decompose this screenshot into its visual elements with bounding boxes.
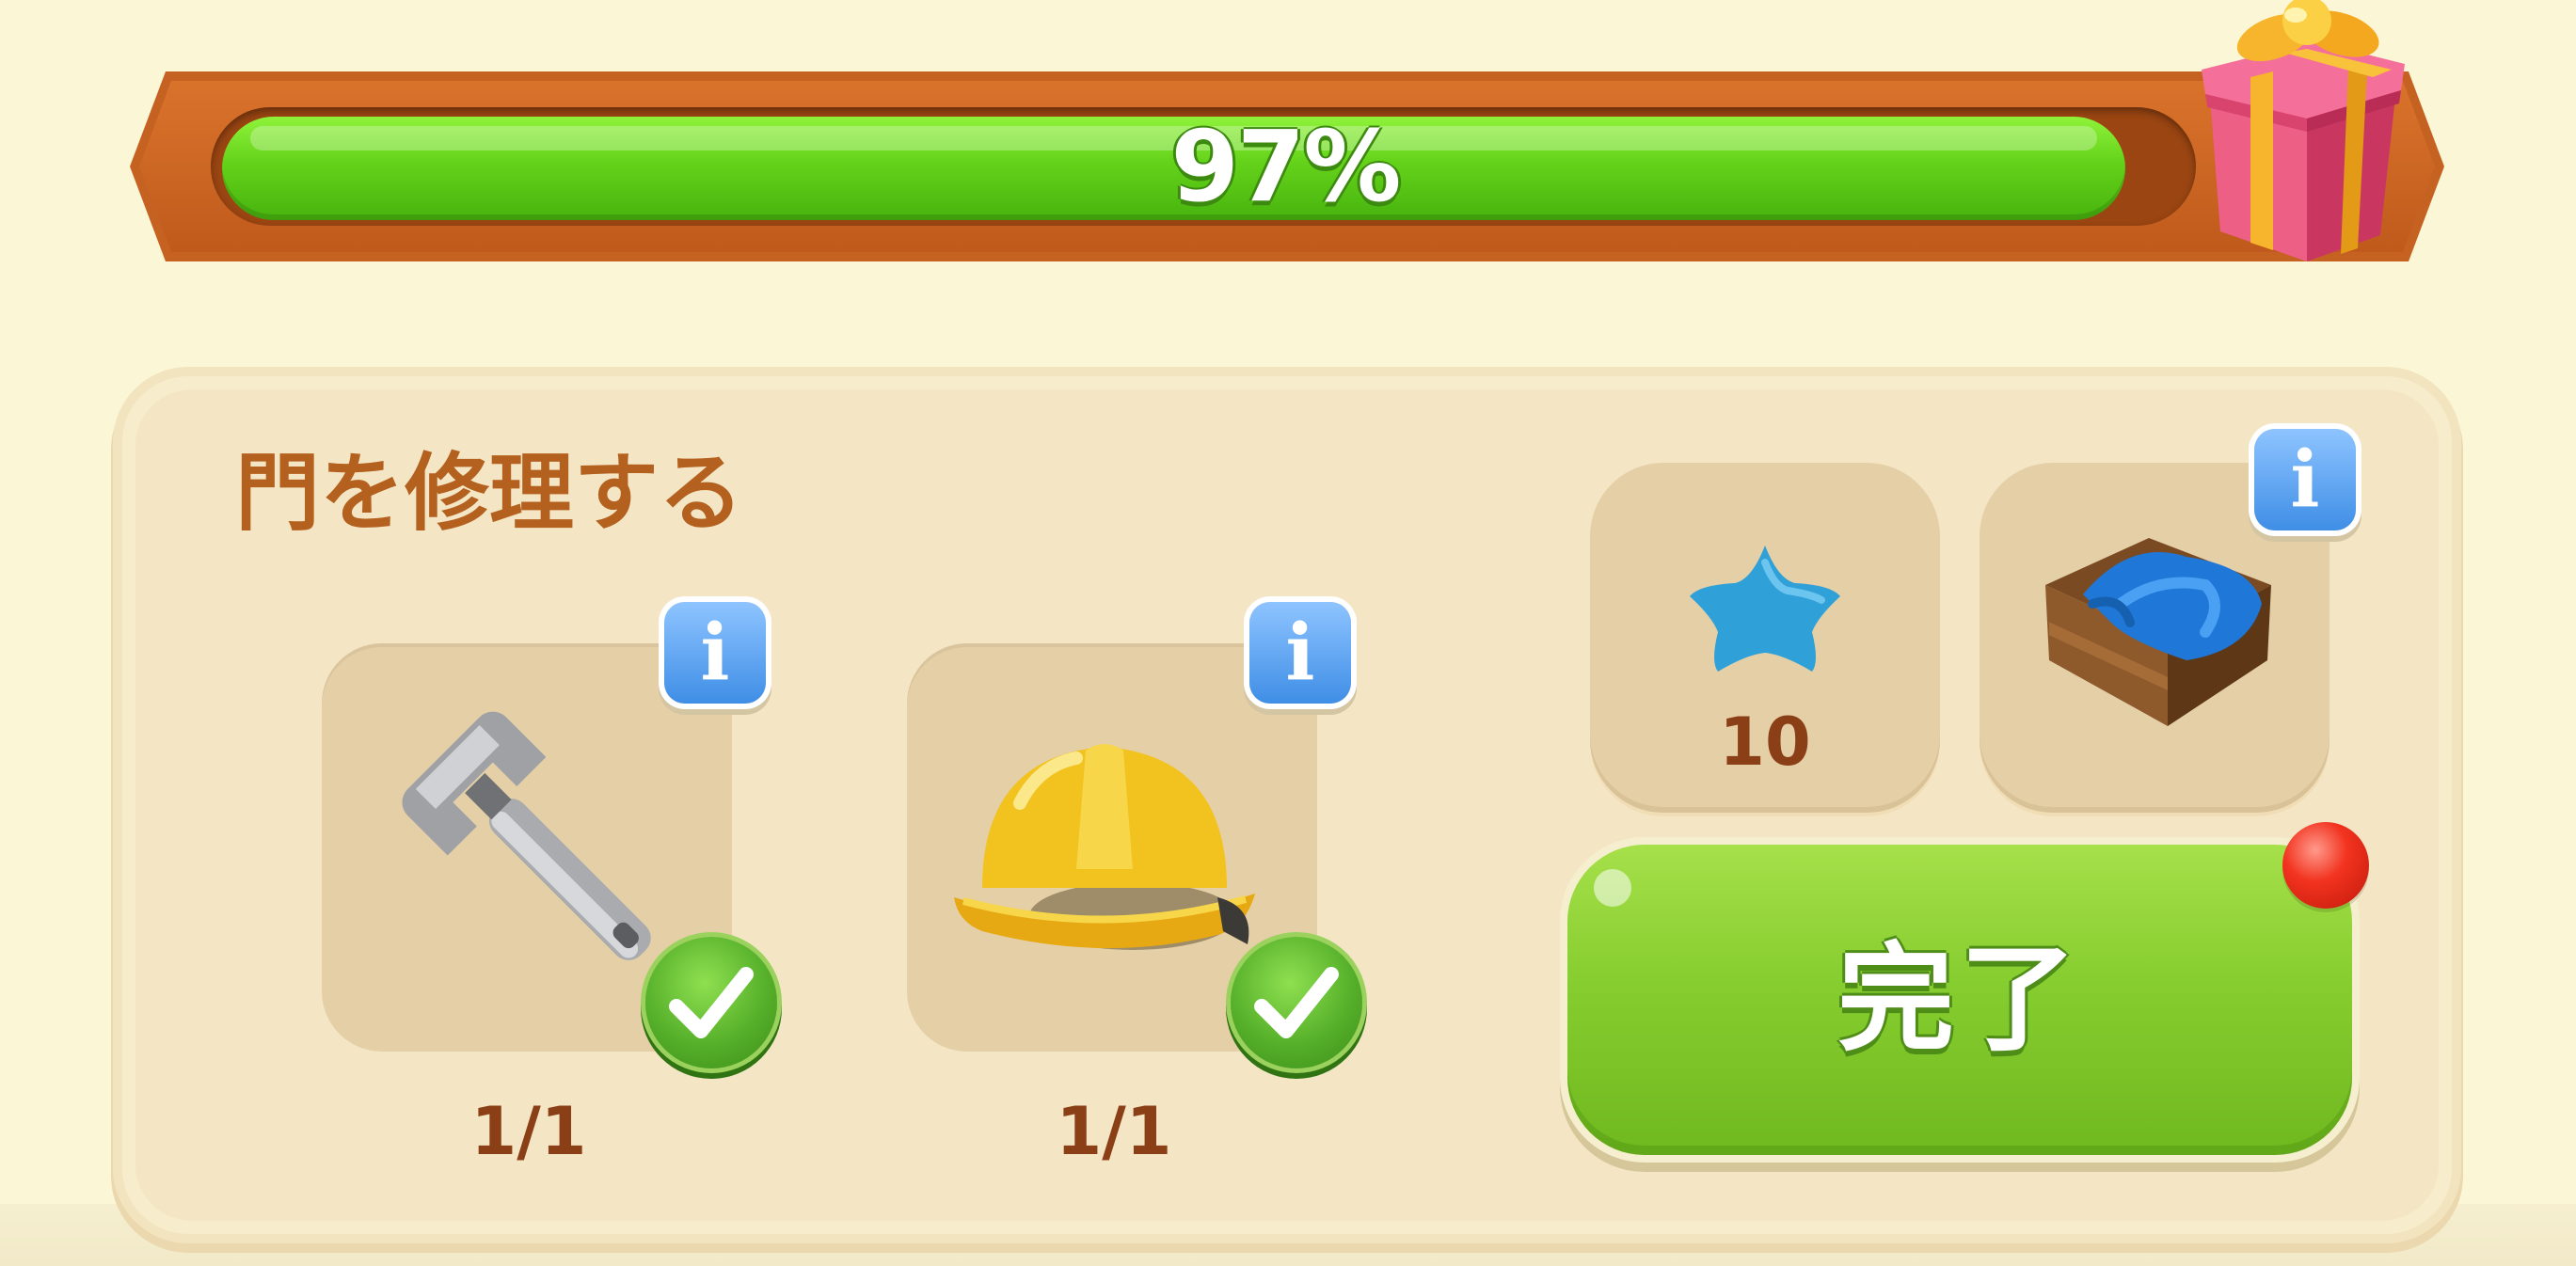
crate-info-button[interactable]: i: [2254, 429, 2356, 530]
hard-hat-info-button[interactable]: i: [1249, 602, 1351, 704]
hard-hat-count: 1/1: [1056, 1093, 1172, 1170]
blue-star-icon: [1690, 546, 1840, 672]
wrench-icon: [402, 711, 651, 960]
hard-hat-icon: [954, 744, 1255, 950]
gift-box-icon[interactable]: [2183, 0, 2418, 263]
wrench-count: 1/1: [470, 1093, 587, 1170]
wrench-info-button[interactable]: i: [664, 602, 766, 704]
star-amount: 10: [1719, 704, 1811, 781]
blue-cloth-crate-icon: [2045, 538, 2271, 726]
complete-button[interactable]: 完了: [1567, 845, 2352, 1155]
quest-title: 門を修理する: [235, 444, 743, 543]
hard-hat-check-icon: [1231, 937, 1362, 1068]
wrench-check-icon: [645, 937, 777, 1068]
reward-slot-star[interactable]: 10: [1590, 463, 1940, 813]
notification-dot: [2282, 822, 2369, 909]
complete-button-label: 完了: [1837, 932, 2082, 1068]
progress-percent: 97%: [1170, 109, 1402, 224]
